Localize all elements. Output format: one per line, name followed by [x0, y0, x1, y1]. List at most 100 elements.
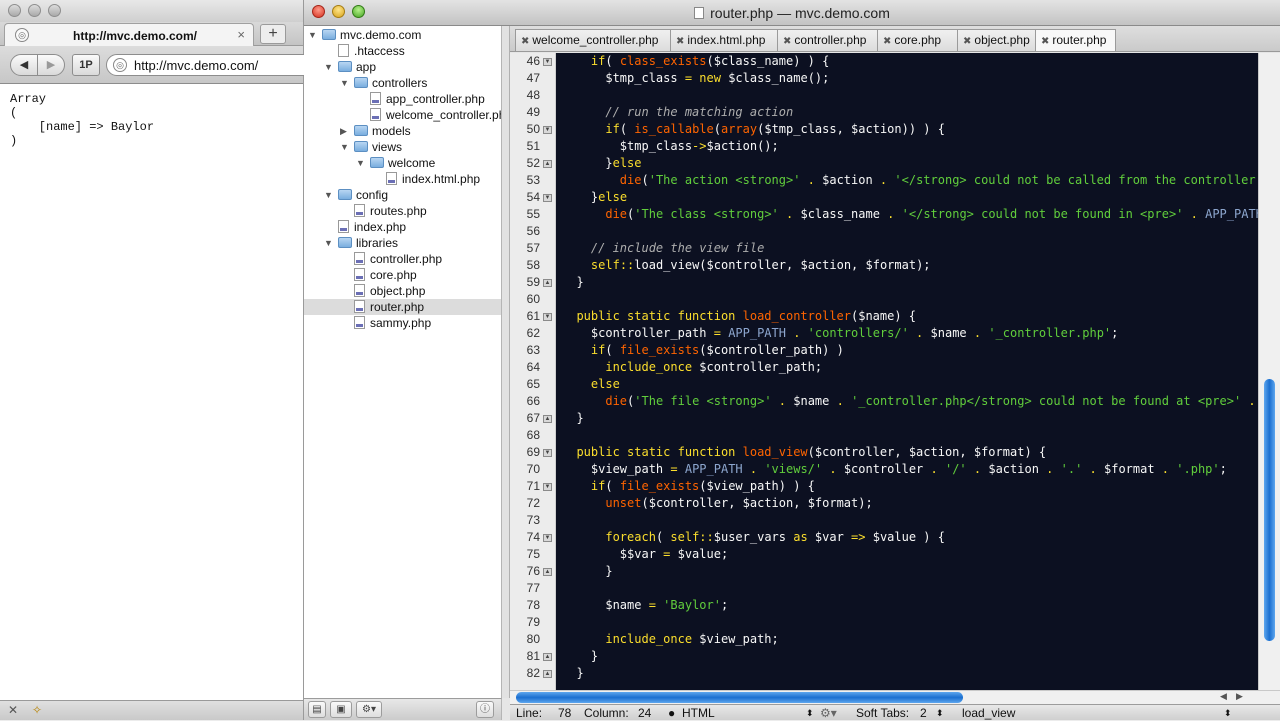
tree-item[interactable]: ▶ models — [304, 123, 501, 139]
code-line[interactable]: $controller_path = APP_PATH . 'controlle… — [562, 325, 1118, 342]
vertical-scrollbar[interactable] — [1258, 53, 1280, 690]
oneP-button[interactable]: 1P — [72, 54, 100, 76]
code-line[interactable]: if( is_callable(array($tmp_class, $actio… — [562, 121, 945, 138]
wand-icon[interactable]: ✧ — [32, 703, 42, 717]
fold-open-icon[interactable]: ▼ — [543, 483, 552, 491]
code-line[interactable]: public static function load_controller($… — [562, 308, 916, 325]
tree-item[interactable]: sammy.php — [304, 315, 501, 331]
tree-item[interactable]: ▼ views — [304, 139, 501, 155]
address-bar[interactable]: ◎ http://mvc.demo.com/ — [106, 54, 306, 76]
tree-item[interactable]: ▼ config — [304, 187, 501, 203]
code-line[interactable]: // run the matching action — [562, 104, 793, 121]
tree-item[interactable]: ▼ libraries — [304, 235, 501, 251]
new-folder-button[interactable]: ▣ — [330, 701, 352, 718]
close-tab-icon[interactable]: ✖ — [676, 36, 684, 47]
fold-close-icon[interactable]: ▲ — [543, 670, 552, 678]
code-line[interactable]: public static function load_view($contro… — [562, 444, 1046, 461]
zoom-window-button[interactable] — [48, 4, 61, 17]
symbol-select[interactable]: load_view — [962, 706, 1015, 721]
editor-tab[interactable]: ✖ core.php — [877, 29, 958, 51]
info-button[interactable]: ⓘ — [476, 701, 494, 718]
tree-item[interactable]: welcome_controller.php — [304, 107, 501, 123]
close-window-button[interactable] — [8, 4, 21, 17]
chevron-updown-icon[interactable]: ⬍ — [936, 706, 944, 721]
tree-item[interactable]: controller.php — [304, 251, 501, 267]
code-line[interactable]: foreach( self::$user_vars as $var => $va… — [562, 529, 945, 546]
action-gear-button[interactable]: ⚙▾ — [356, 701, 382, 718]
fold-close-icon[interactable]: ▲ — [543, 279, 552, 287]
fold-close-icon[interactable]: ▲ — [543, 415, 552, 423]
tree-item[interactable]: routes.php — [304, 203, 501, 219]
horizontal-scrollbar[interactable]: ◀ ▶ — [510, 690, 1280, 704]
code-view[interactable]: I if( class_exists($class_name) ) { $tmp… — [556, 53, 1258, 690]
code-line[interactable]: } — [562, 274, 583, 291]
editor-tab[interactable]: ✖ router.php — [1035, 29, 1116, 51]
chevron-updown-icon[interactable]: ⬍ — [1224, 706, 1232, 721]
code-line[interactable]: die('The class <strong>' . $class_name .… — [562, 206, 1258, 223]
disclosure-open-icon[interactable]: ▼ — [324, 59, 333, 75]
chevron-updown-icon[interactable]: ⬍ — [806, 706, 814, 721]
fold-open-icon[interactable]: ▼ — [543, 313, 552, 321]
fold-close-icon[interactable]: ▲ — [543, 568, 552, 576]
drawer-splitter[interactable] — [502, 26, 510, 698]
tree-item[interactable]: ▼ app — [304, 59, 501, 75]
code-line[interactable]: }else — [562, 155, 641, 172]
stop-icon[interactable]: ✕ — [8, 703, 18, 717]
editor-tab[interactable]: ✖ object.php — [957, 29, 1036, 51]
tree-item[interactable]: ▼ welcome — [304, 155, 501, 171]
editor-tab[interactable]: ✖ controller.php — [777, 29, 878, 51]
code-line[interactable]: } — [562, 648, 598, 665]
disclosure-open-icon[interactable]: ▼ — [324, 187, 333, 203]
code-line[interactable]: } — [562, 665, 583, 682]
disclosure-closed-icon[interactable]: ▶ — [340, 123, 347, 139]
language-select[interactable]: HTML — [682, 706, 715, 721]
code-line[interactable]: } — [562, 563, 612, 580]
code-line[interactable]: // include the view file — [562, 240, 764, 257]
code-line[interactable]: unset($controller, $action, $format); — [562, 495, 872, 512]
code-line[interactable]: }else — [562, 189, 627, 206]
fold-open-icon[interactable]: ▼ — [543, 126, 552, 134]
tree-item[interactable]: app_controller.php — [304, 91, 501, 107]
close-tab-icon[interactable]: ✖ — [883, 36, 891, 47]
close-tab-icon[interactable]: ✖ — [1041, 36, 1049, 47]
code-line[interactable]: } — [562, 410, 583, 427]
code-line[interactable]: if( class_exists($class_name) ) { — [562, 53, 829, 70]
tree-item[interactable]: ▼ mvc.demo.com — [304, 27, 501, 43]
code-line[interactable]: if( file_exists($controller_path) ) — [562, 342, 844, 359]
bundle-gear-icon[interactable]: ⚙▾ — [820, 706, 837, 721]
soft-tabs-value[interactable]: 2 — [920, 706, 927, 721]
disclosure-open-icon[interactable]: ▼ — [340, 75, 349, 91]
disclosure-open-icon[interactable]: ▼ — [324, 235, 333, 251]
tree-item[interactable]: index.php — [304, 219, 501, 235]
forward-button[interactable]: ▶ — [37, 54, 65, 76]
vertical-scroll-thumb[interactable] — [1264, 379, 1275, 641]
fold-open-icon[interactable]: ▼ — [543, 58, 552, 66]
horizontal-scroll-thumb[interactable] — [516, 692, 963, 703]
tree-item[interactable]: object.php — [304, 283, 501, 299]
close-tab-icon[interactable]: × — [237, 27, 245, 42]
scroll-left-arrow-icon[interactable]: ◀ — [1220, 691, 1227, 702]
editor-tab[interactable]: ✖ welcome_controller.php — [515, 29, 671, 51]
tree-item[interactable]: router.php — [304, 299, 501, 315]
url-text[interactable]: http://mvc.demo.com/ — [134, 58, 258, 73]
code-line[interactable]: include_once $controller_path; — [562, 359, 822, 376]
close-tab-icon[interactable]: ✖ — [963, 36, 971, 47]
scroll-right-arrow-icon[interactable]: ▶ — [1236, 691, 1243, 702]
fold-open-icon[interactable]: ▼ — [543, 449, 552, 457]
fold-close-icon[interactable]: ▲ — [543, 653, 552, 661]
new-tab-button[interactable]: + — [260, 24, 286, 44]
code-line[interactable]: $$var = $value; — [562, 546, 728, 563]
code-line[interactable]: die('The file <strong>' . $name . '_cont… — [562, 393, 1258, 410]
new-file-button[interactable]: ▤ — [308, 701, 326, 718]
disclosure-open-icon[interactable]: ▼ — [308, 27, 317, 43]
code-line[interactable]: $name = 'Baylor'; — [562, 597, 728, 614]
disclosure-open-icon[interactable]: ▼ — [340, 139, 349, 155]
tree-item[interactable]: ▼ controllers — [304, 75, 501, 91]
fold-open-icon[interactable]: ▼ — [543, 194, 552, 202]
code-line[interactable]: self::load_view($controller, $action, $f… — [562, 257, 931, 274]
code-line[interactable]: $view_path = APP_PATH . 'views/' . $cont… — [562, 461, 1227, 478]
soft-tabs-label[interactable]: Soft Tabs: — [856, 706, 909, 721]
code-line[interactable]: $tmp_class = new $class_name(); — [562, 70, 829, 87]
minimize-window-button[interactable] — [28, 4, 41, 17]
tree-item[interactable]: core.php — [304, 267, 501, 283]
